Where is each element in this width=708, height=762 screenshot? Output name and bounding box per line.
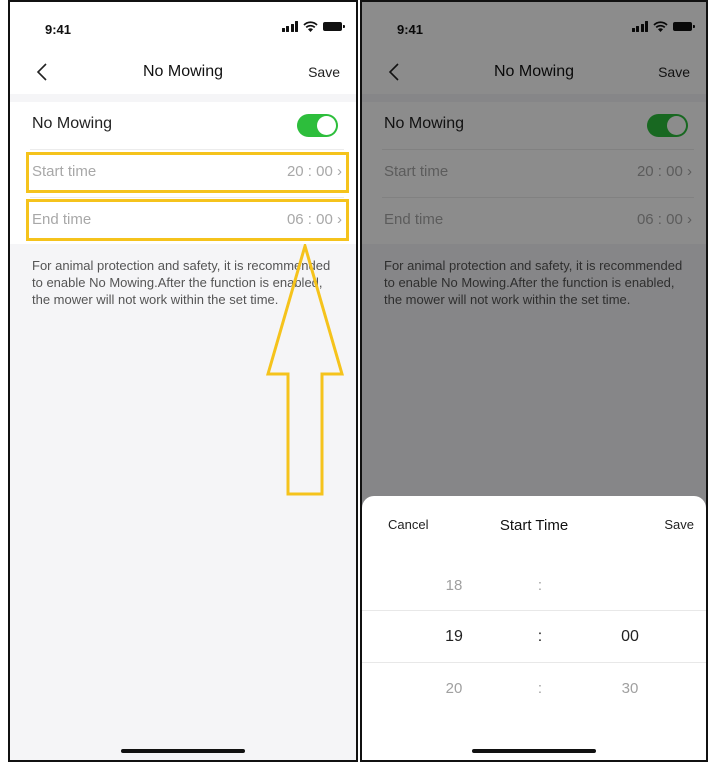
- status-icons: [281, 21, 345, 32]
- time-separator: :: [537, 628, 543, 645]
- time-picker-sheet: Cancel Start Time Save 18 19 20 : : : 00…: [362, 496, 706, 760]
- save-button[interactable]: Save: [308, 64, 340, 80]
- screen-start-time-picker: 9:41 No Mowing Save No Mowing Start time: [360, 0, 708, 762]
- status-bar: 9:41: [10, 2, 356, 52]
- picker-title: Start Time: [499, 517, 569, 534]
- minute-option-selected[interactable]: 00: [600, 628, 660, 646]
- selection-line-top: [362, 610, 706, 611]
- time-separator: :: [537, 680, 543, 697]
- selection-line-bottom: [362, 662, 706, 663]
- picker-save-button[interactable]: Save: [664, 517, 694, 532]
- start-time-highlight: [26, 152, 349, 193]
- battery-icon: [323, 22, 345, 31]
- status-time: 9:41: [45, 22, 72, 37]
- no-mowing-toggle-row: No Mowing: [30, 102, 344, 148]
- hour-option-selected[interactable]: 19: [424, 628, 484, 646]
- wifi-icon: [303, 21, 318, 32]
- hour-option[interactable]: 18: [424, 577, 484, 594]
- end-time-highlight: [26, 199, 349, 241]
- home-indicator: [121, 749, 245, 753]
- hour-option[interactable]: 20: [424, 680, 484, 697]
- screen-no-mowing: 9:41 No Mowing Save No Mowing Start time: [8, 0, 358, 762]
- signal-icon: [281, 21, 298, 32]
- no-mowing-toggle[interactable]: [297, 114, 338, 137]
- arrow-up-annotation: [266, 244, 344, 496]
- nav-bar: No Mowing Save: [10, 52, 356, 94]
- no-mowing-label: No Mowing: [32, 115, 113, 132]
- page-title: No Mowing: [142, 63, 224, 80]
- home-indicator: [472, 749, 596, 753]
- minute-option[interactable]: 30: [600, 680, 660, 697]
- time-separator: :: [537, 577, 543, 594]
